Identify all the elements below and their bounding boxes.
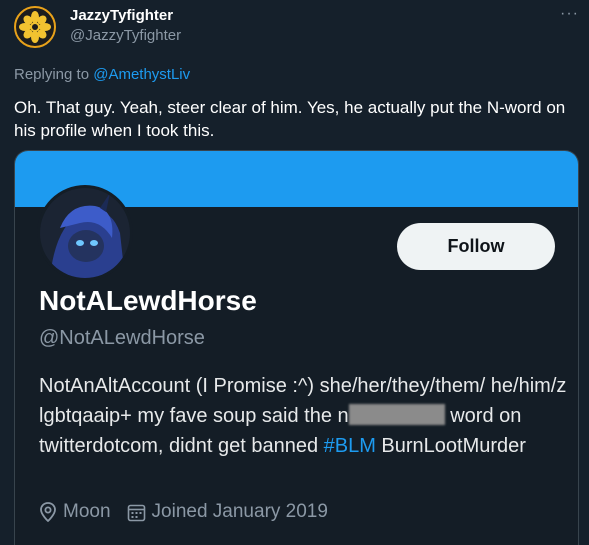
follow-button[interactable]: Follow (397, 223, 555, 270)
redaction-blur (348, 404, 445, 425)
profile-location: Moon (39, 501, 111, 523)
replying-prefix: Replying to (14, 66, 90, 83)
replying-to: Replying to @AmethystLiv (14, 66, 190, 83)
location-text: Moon (63, 501, 111, 522)
author-handle[interactable]: @JazzyTyfighter (70, 26, 181, 46)
author-names: JazzyTyfighter @JazzyTyfighter (70, 6, 181, 46)
bio-hashtag[interactable]: #BLM (324, 435, 376, 457)
author-display-name[interactable]: JazzyTyfighter (70, 6, 181, 26)
location-pin-icon (39, 502, 57, 522)
more-dots-icon[interactable]: ··· (560, 6, 579, 22)
profile-display-name: NotALewdHorse (39, 285, 257, 316)
bio-text-3: BurnLootMurder (375, 435, 526, 457)
tweet-text: Oh. That guy. Yeah, steer clear of him. … (14, 98, 566, 140)
calendar-icon (127, 503, 146, 522)
profile-handle: @NotALewdHorse (39, 327, 205, 349)
tweet-header: JazzyTyfighter @JazzyTyfighter ··· (14, 6, 579, 50)
joined-text: Joined January 2019 (151, 501, 328, 522)
author-avatar[interactable] (14, 6, 56, 48)
profile-bio: NotAnAltAccount (I Promise :^) she/her/t… (39, 371, 569, 461)
replying-to-link[interactable]: @AmethystLiv (93, 66, 190, 83)
profile-picture (37, 185, 133, 281)
profile-joined: Joined January 2019 (127, 501, 328, 523)
attached-screenshot[interactable]: Follow NotALewdHorse @NotALewdHorse NotA… (14, 150, 579, 545)
profile-meta: Moon Joined January 2019 (39, 501, 344, 523)
